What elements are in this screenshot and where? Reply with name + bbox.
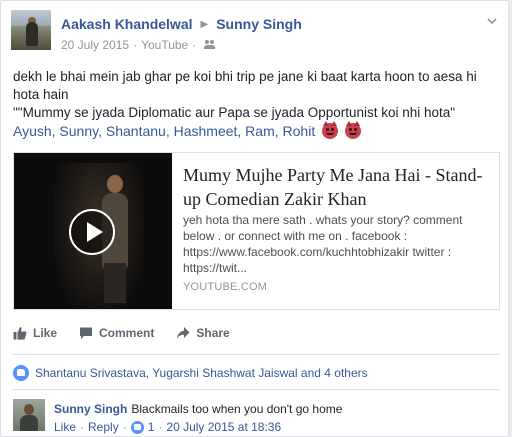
devil-emoji-icon xyxy=(321,121,338,139)
chevron-down-icon[interactable] xyxy=(486,15,498,27)
video-thumbnail[interactable] xyxy=(14,153,172,309)
commenter-avatar[interactable] xyxy=(13,399,45,431)
author-name-link[interactable]: Aakash Khandelwal xyxy=(61,16,193,32)
link-description: yeh hota tha mere sath . whats your stor… xyxy=(183,213,463,275)
comment-author-link[interactable]: Sunny Singh xyxy=(54,402,127,416)
thumbs-up-icon xyxy=(13,327,27,340)
like-reaction-icon xyxy=(13,365,29,381)
share-label: Share xyxy=(196,326,230,340)
comment-meta: Like · Reply · 1 · 20 July 2015 at 18:36 xyxy=(54,420,281,434)
arrow-right-icon: ▶ xyxy=(200,18,209,30)
devil-emoji-icon xyxy=(344,121,361,139)
comment: Sunny Singh Blackmails too when you don't… xyxy=(54,402,342,416)
link-preview-card[interactable]: Mumy Mujhe Party Me Jana Hai - Stand-up … xyxy=(13,152,500,310)
play-icon[interactable] xyxy=(69,209,115,255)
divider xyxy=(13,389,500,390)
reactions-text[interactable]: Shantanu Srivastava, Yugarshi Shashwat J… xyxy=(35,366,368,380)
like-label: Like xyxy=(33,326,58,340)
like-reaction-icon xyxy=(130,420,144,434)
author-avatar[interactable] xyxy=(11,10,51,50)
post-body: dekh le bhai mein jab ghar pe koi bhi tr… xyxy=(13,68,493,141)
like-button[interactable]: Like xyxy=(13,326,57,340)
post-timestamp-link[interactable]: 20 July 2015 xyxy=(61,38,129,52)
post-text-line: dekh le bhai mein jab ghar pe koi bhi tr… xyxy=(13,69,477,102)
comment-like-button[interactable]: Like xyxy=(54,420,76,434)
comment-timestamp-link[interactable]: 20 July 2015 at 18:36 xyxy=(166,420,281,434)
comment-label: Comment xyxy=(99,326,155,340)
post-source-link[interactable]: YouTube xyxy=(141,38,188,52)
post-action-bar: Like Comment Share xyxy=(13,326,252,340)
separator-dot: · xyxy=(192,38,197,52)
separator-dot: · xyxy=(158,420,163,434)
comment-button[interactable]: Comment xyxy=(79,326,154,340)
link-domain: YOUTUBE.COM xyxy=(183,281,268,293)
post-card: Aakash Khandelwal ▶ Sunny Singh 20 July … xyxy=(0,0,509,437)
target-name-link[interactable]: Sunny Singh xyxy=(216,16,302,32)
share-arrow-icon xyxy=(177,327,190,339)
separator-dot: · xyxy=(80,420,85,434)
separator-dot: · xyxy=(133,38,138,52)
comment-text: Blackmails too when you don't go home xyxy=(131,402,343,416)
friends-audience-icon[interactable] xyxy=(204,40,216,50)
post-meta: 20 July 2015 · YouTube · xyxy=(61,38,216,52)
speech-bubble-icon xyxy=(80,327,93,339)
link-preview-info: Mumy Mujhe Party Me Jana Hai - Stand-up … xyxy=(172,153,499,309)
separator-dot: · xyxy=(122,420,127,434)
comment-likes-count[interactable]: 1 xyxy=(148,420,155,434)
divider xyxy=(13,354,500,355)
post-quote-line: ""Mummy se jyada Diplomatic aur Papa se … xyxy=(13,105,456,120)
reactions-summary[interactable]: Shantanu Srivastava, Yugarshi Shashwat J… xyxy=(13,365,368,381)
link-title[interactable]: Mumy Mujhe Party Me Jana Hai - Stand-up … xyxy=(183,163,483,211)
post-header: Aakash Khandelwal ▶ Sunny Singh xyxy=(61,15,302,33)
tagged-friends[interactable]: Ayush, Sunny, Shantanu, Hashmeet, Ram, R… xyxy=(13,123,315,139)
comment-reply-button[interactable]: Reply xyxy=(88,420,119,434)
share-button[interactable]: Share xyxy=(176,326,230,340)
